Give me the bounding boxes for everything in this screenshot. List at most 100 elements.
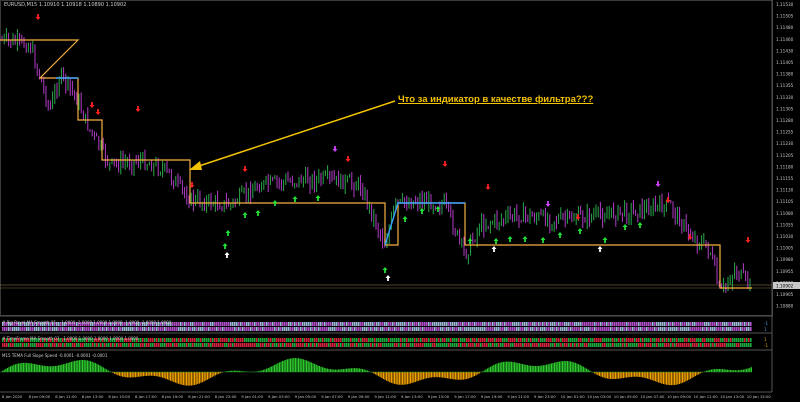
indicator-bar (570, 327, 572, 331)
histogram-bar (22, 362, 24, 372)
histogram-bar (317, 365, 319, 372)
histogram-bar (619, 372, 621, 379)
indicator-bar (68, 343, 70, 347)
indicator-bar (542, 343, 544, 347)
subwindow2-value: -1 (764, 343, 768, 348)
histogram-bar (91, 361, 93, 372)
indicator-bar (8, 327, 10, 331)
indicator-bar (228, 338, 230, 342)
indicator-bar (22, 327, 24, 331)
indicator-bar (210, 343, 212, 347)
indicator-bar (408, 338, 410, 342)
histogram-bar (624, 372, 626, 378)
indicator-bar (386, 338, 388, 342)
indicator-bar (720, 327, 722, 331)
indicator-bar (564, 327, 566, 331)
indicator-bar (312, 327, 314, 331)
indicator-bar (526, 338, 528, 342)
indicator-bar (300, 322, 302, 326)
indicator-bar (614, 343, 616, 347)
subwindow3-title: M15 TEMA Full Slope Speed -0.0001 -0.000… (2, 353, 108, 358)
indicator-bar (514, 322, 516, 326)
histogram-bar (509, 361, 511, 372)
indicator-bar (474, 338, 476, 342)
histogram-bar (712, 369, 714, 372)
indicator-bar (704, 327, 706, 331)
indicator-bar (636, 322, 638, 326)
indicator-bar (272, 327, 274, 331)
price-axis-label: 1.10880 (776, 304, 794, 309)
indicator-bar (620, 322, 622, 326)
indicator-bar (224, 322, 226, 326)
indicator-bar (422, 322, 424, 326)
indicator-bar (60, 327, 62, 331)
indicator-bar (464, 338, 466, 342)
indicator-bar (508, 343, 510, 347)
indicator-bar (526, 343, 528, 347)
indicator-bar (440, 327, 442, 331)
indicator-bar (640, 327, 642, 331)
histogram-bar (400, 372, 402, 385)
indicator-bar (354, 343, 356, 347)
indicator-bar (50, 327, 52, 331)
histogram-bar (34, 363, 36, 372)
histogram-bar (54, 365, 56, 372)
indicator-bar (212, 343, 214, 347)
histogram-bar (581, 365, 583, 372)
indicator-bar (650, 343, 652, 347)
indicator-bar (494, 343, 496, 347)
indicator-bar (274, 338, 276, 342)
indicator-bar (444, 327, 446, 331)
indicator-bar (508, 322, 510, 326)
indicator-bar (160, 343, 162, 347)
indicator-bar (322, 338, 324, 342)
histogram-bar (334, 369, 336, 372)
time-axis-label: 8 Jan 11:00 (55, 394, 77, 399)
indicator-bar (364, 338, 366, 342)
indicator-bar (430, 338, 432, 342)
indicator-bar (678, 327, 680, 331)
indicator-bar (692, 322, 694, 326)
indicator-bar (668, 327, 670, 331)
indicator-bar (666, 327, 668, 331)
indicator-bar (484, 327, 486, 331)
histogram-bar (66, 363, 68, 372)
histogram-bar (61, 364, 63, 372)
indicator-bar (336, 322, 338, 326)
indicator-bar (722, 338, 724, 342)
indicator-bar (500, 338, 502, 342)
indicator-bar (224, 338, 226, 342)
indicator-bar (14, 327, 16, 331)
indicator-bar (596, 327, 598, 331)
indicator-bar (334, 343, 336, 347)
indicator-bar (144, 338, 146, 342)
histogram-bar (634, 372, 636, 377)
indicator-bar (332, 338, 334, 342)
indicator-bar (496, 343, 498, 347)
indicator-bar (290, 343, 292, 347)
indicator-bar (664, 338, 666, 342)
histogram-bar (717, 368, 719, 372)
indicator-bar (396, 327, 398, 331)
indicator-bar (276, 322, 278, 326)
histogram-bar (336, 369, 338, 372)
indicator-bar (438, 322, 440, 326)
indicator-bar (292, 322, 294, 326)
histogram-bar (118, 372, 120, 376)
indicator-bar (332, 322, 334, 326)
indicator-bar (630, 327, 632, 331)
histogram-bar (205, 372, 207, 381)
indicator-bar (156, 338, 158, 342)
indicator-bar (56, 343, 58, 347)
subwindow1-value: -1 (764, 321, 768, 326)
price-chart[interactable]: -111-11.115301.115051.114801.114601.1143… (0, 0, 800, 402)
indicator-bar (204, 338, 206, 342)
indicator-bar (450, 327, 452, 331)
indicator-bar (216, 343, 218, 347)
indicator-bar (744, 338, 746, 342)
histogram-bar (144, 372, 146, 376)
indicator-bar (316, 327, 318, 331)
indicator-bar (444, 343, 446, 347)
indicator-bar (12, 327, 14, 331)
indicator-bar (506, 343, 508, 347)
